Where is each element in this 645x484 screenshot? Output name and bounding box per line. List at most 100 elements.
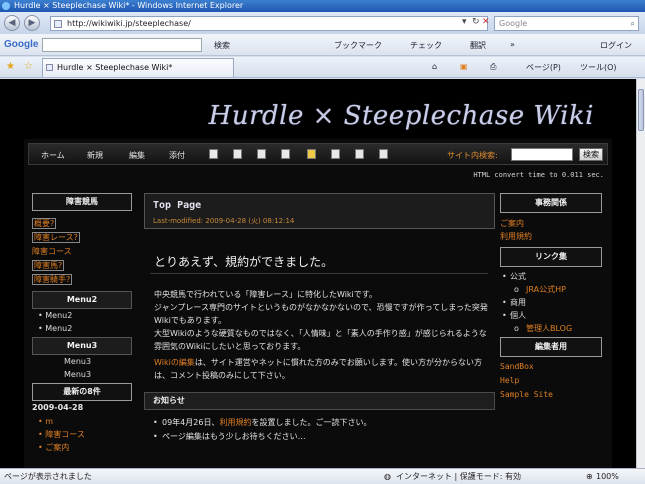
menu3-item[interactable]: Menu3 [30, 368, 134, 381]
right-heading-office: 事務関係 [500, 193, 602, 213]
recent-icon[interactable] [355, 149, 364, 159]
menu-edit[interactable]: 編集 [129, 150, 145, 161]
edit-paragraph: Wikiの編集は、サイト運営やネットに慣れた方のみでお願いします。使い方が分から… [154, 358, 483, 380]
google-search-button[interactable]: 検索 [214, 40, 230, 51]
stop-icon[interactable]: ✕ [482, 17, 490, 27]
window-title: Hurdle × Steeplechase Wiki* - Windows In… [14, 1, 244, 10]
menu3-item[interactable]: Menu3 [30, 355, 134, 368]
diff-icon[interactable] [233, 149, 242, 159]
right-link-guide[interactable]: ご案内 [500, 217, 604, 230]
link-help[interactable]: Help [500, 374, 604, 388]
security-zone: インターネット | 保護モード: 有効 [396, 472, 522, 481]
address-input[interactable]: http://wikiwiki.jp/steeplechase/ [50, 16, 488, 31]
link-sample-site[interactable]: Sample Site [500, 388, 604, 402]
left-heading-menu2: Menu2 [32, 291, 132, 309]
recent-item[interactable]: • 障害コース [30, 428, 134, 441]
right-sidebar: 事務関係 ご案内 利用規約 リンク集 公式 JRA公式HP 商用 個人 管理人B… [500, 193, 604, 468]
vertical-scrollbar[interactable] [636, 79, 645, 468]
right-heading-editors: 編集者用 [500, 337, 602, 357]
reload-page-icon[interactable] [281, 149, 290, 159]
rss-icon[interactable]: ▣ [460, 62, 468, 71]
search-input[interactable]: Google ⌕ [494, 16, 639, 31]
search-icon[interactable]: ⌕ [631, 17, 635, 30]
site-banner: Hurdle × Steeplechase Wiki [24, 79, 612, 139]
content-heading: とりあえず、規約ができました。 [154, 255, 334, 269]
home-icon[interactable]: ⌂ [432, 62, 437, 71]
right-heading-links: リンク集 [500, 247, 602, 267]
site-menubar: ホーム 新規 編集 添付 サイト内検索: 検索 [28, 143, 608, 165]
news-heading: お知らせ [144, 392, 495, 410]
site-search-button[interactable]: 検索 [579, 148, 603, 161]
add-favorite-icon[interactable]: ☆ [24, 61, 33, 72]
right-link-terms[interactable]: 利用規約 [500, 230, 604, 243]
link-jra[interactable]: JRA公式HP [500, 283, 604, 296]
links-personal: 個人 [500, 309, 604, 322]
site-title[interactable]: Hurdle × Steeplechase Wiki [209, 101, 594, 131]
link-sandbox[interactable]: SandBox [500, 360, 604, 374]
wiki-edit-link[interactable]: Wikiの編集 [154, 358, 195, 367]
refresh-icon[interactable]: ↻ [472, 17, 480, 27]
left-link-horses[interactable]: 障害馬? [30, 259, 134, 273]
address-url: http://wikiwiki.jp/steeplechase/ [67, 19, 191, 28]
backup-icon[interactable] [257, 149, 266, 159]
window-titlebar: Hurdle × Steeplechase Wiki* - Windows In… [0, 0, 645, 12]
page-menu[interactable]: ページ(P) [526, 62, 561, 73]
tools-menu[interactable]: ツール(O) [580, 62, 617, 73]
site-search-input[interactable] [511, 148, 573, 161]
left-link-races[interactable]: 障害レース? [30, 231, 134, 245]
scrollbar-thumb[interactable] [638, 89, 644, 131]
page-viewport: Hurdle × Steeplechase Wiki ホーム 新規 編集 添付 … [0, 79, 636, 468]
site-search-label: サイト内検索: [447, 151, 498, 160]
status-text: ページが表示されました [4, 472, 92, 481]
zoom-icon[interactable]: ⊕ [586, 469, 593, 484]
menu-new[interactable]: 新規 [87, 150, 103, 161]
terms-link[interactable]: 利用規約 [219, 418, 251, 427]
address-toolbar: ◀ ▶ http://wikiwiki.jp/steeplechase/ ▾ ↻… [0, 12, 645, 34]
left-link-jockeys[interactable]: 障害騎手? [30, 273, 134, 287]
left-link-courses[interactable]: 障害コース [30, 245, 134, 259]
menu2-item[interactable]: • Menu2 [30, 309, 134, 322]
page-title: Top Page [153, 200, 202, 211]
link-admin-blog[interactable]: 管理人BLOG [500, 322, 604, 335]
recent-item[interactable]: • m [30, 415, 134, 428]
heading-divider [150, 273, 488, 274]
google-search-input[interactable] [42, 38, 202, 52]
zoom-level[interactable]: 100% [596, 469, 619, 484]
dropdown-icon[interactable]: ▾ [462, 17, 467, 27]
links-commercial: 商用 [500, 296, 604, 309]
page-icon [46, 64, 53, 71]
google-bookmark-button[interactable]: ブックマーク [334, 40, 382, 51]
google-translate-button[interactable]: 翻訳 [470, 40, 486, 51]
left-link-overview[interactable]: 概要? [30, 217, 134, 231]
forward-icon[interactable]: ▶ [24, 15, 40, 31]
google-login-button[interactable]: ログイン [600, 40, 632, 51]
recent-item[interactable]: • ご案内 [30, 441, 134, 454]
menu-home[interactable]: ホーム [41, 150, 65, 161]
left-heading-menu3: Menu3 [32, 337, 132, 355]
help-icon[interactable] [379, 149, 388, 159]
menu2-item[interactable]: • Menu2 [30, 322, 134, 335]
print-icon[interactable]: ⎙ [490, 62, 496, 72]
left-heading-recent: 最新の8件 [32, 383, 132, 401]
left-sidebar: 障害競馬 概要? 障害レース? 障害コース 障害馬? 障害騎手? Menu2 •… [30, 193, 134, 468]
favorites-star-icon[interactable]: ★ [6, 61, 15, 72]
main-content: Top Page Last-modified: 2009-04-28 (火) 0… [144, 193, 495, 468]
edit-icon[interactable] [209, 149, 218, 159]
news-item: ページ編集はもう少しお待ちください… [153, 430, 306, 443]
last-modified: Last-modified: 2009-04-28 (火) 08:12:14 [153, 217, 295, 225]
globe-icon: ◍ [384, 472, 391, 481]
page-header: Top Page Last-modified: 2009-04-28 (火) 0… [144, 193, 495, 229]
search-placeholder: Google [499, 19, 528, 28]
google-more-button[interactable]: » [510, 40, 515, 49]
tab-current[interactable]: Hurdle × Steeplechase Wiki* [42, 58, 234, 77]
menu-attach[interactable]: 添付 [169, 150, 185, 161]
list-icon[interactable] [307, 149, 316, 159]
back-icon[interactable]: ◀ [4, 15, 20, 31]
google-check-button[interactable]: チェック [410, 40, 442, 51]
style-paragraph: 大型Wikiのような硬質なものではなく、「人情味」と「素人の手作り感」が感じられ… [154, 329, 487, 351]
tab-title: Hurdle × Steeplechase Wiki* [57, 63, 173, 72]
page-icon [54, 20, 62, 28]
search-page-icon[interactable] [331, 149, 340, 159]
status-bar: ページが表示されました ◍ インターネット | 保護モード: 有効 ⊕ 100% [0, 468, 645, 484]
recent-date: 2009-04-28 [32, 403, 84, 412]
